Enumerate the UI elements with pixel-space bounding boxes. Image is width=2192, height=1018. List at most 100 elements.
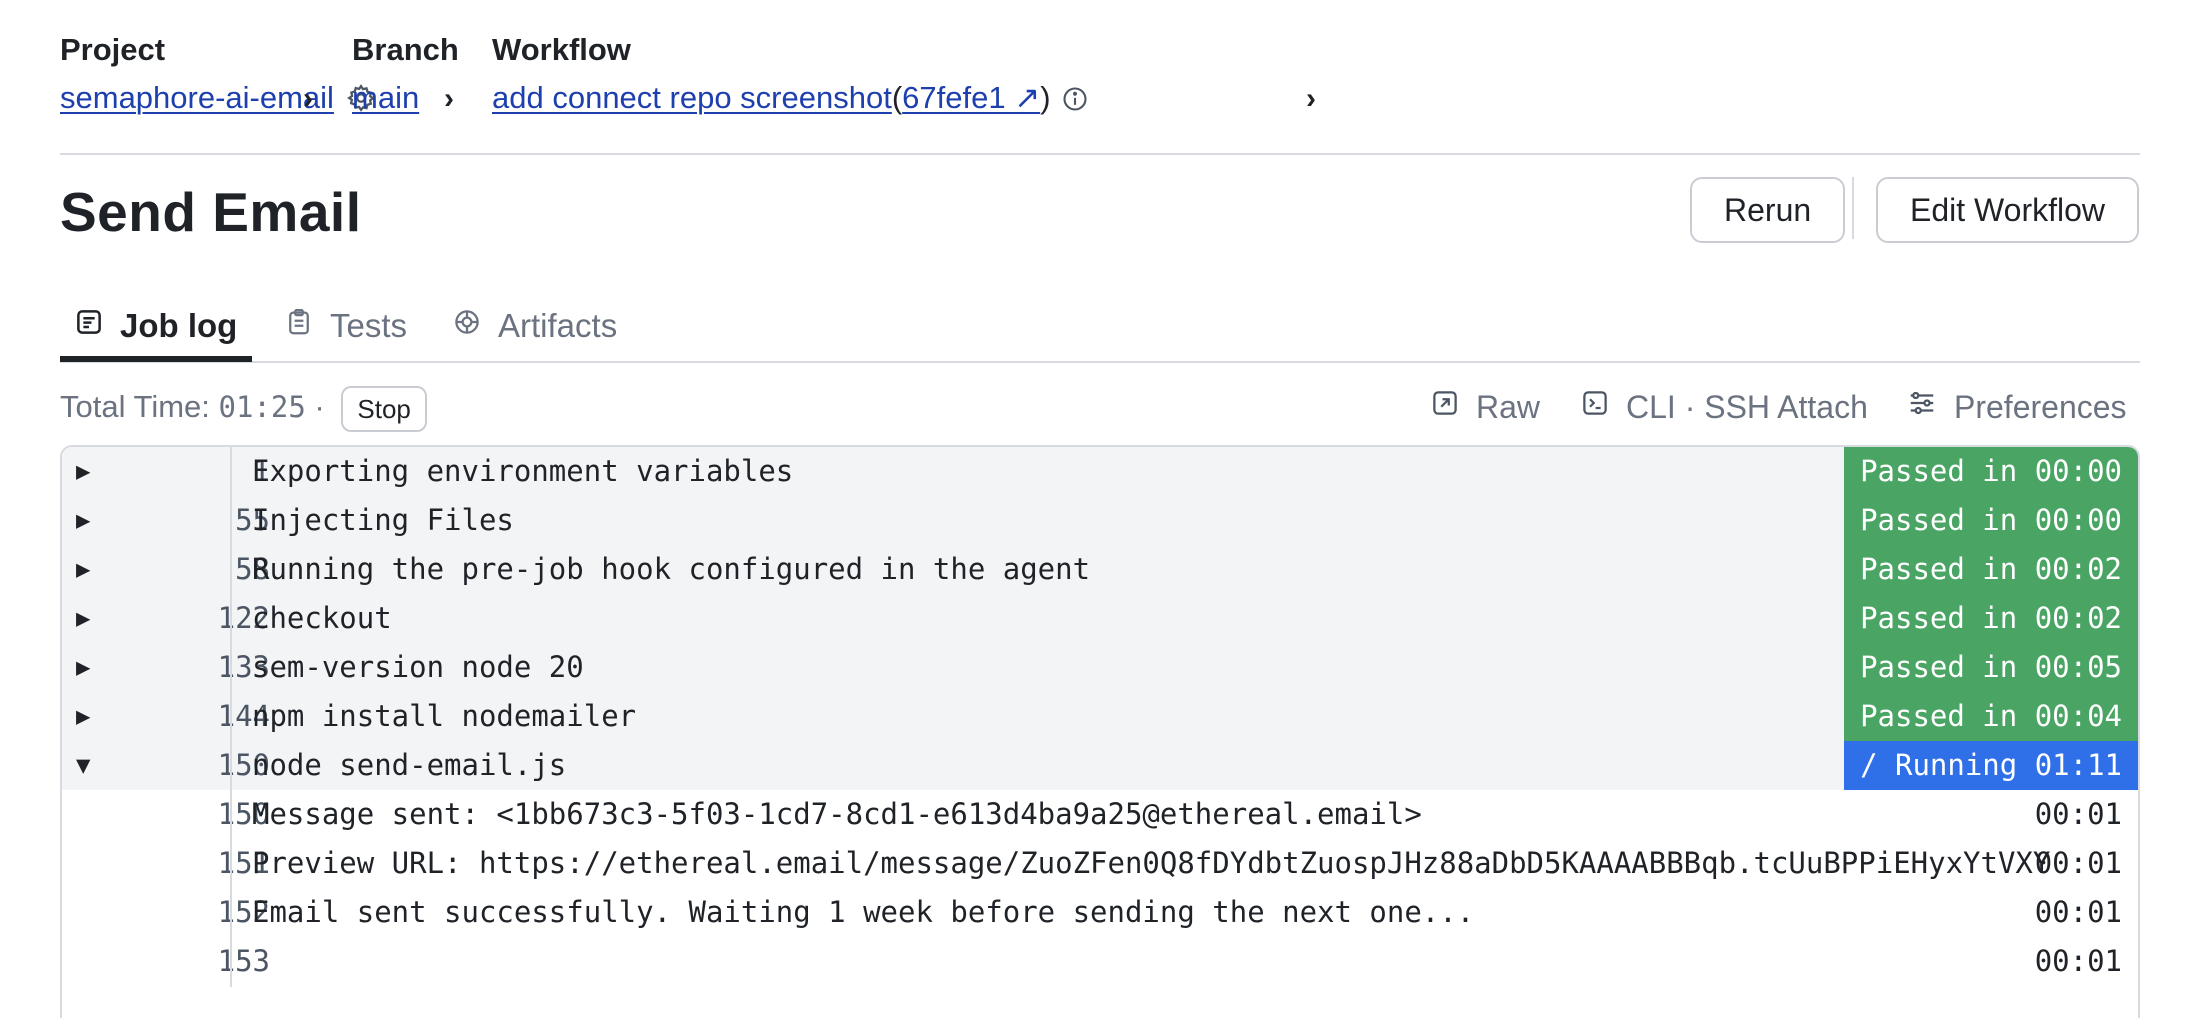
project-link[interactable]: semaphore-ai-email [60, 80, 334, 115]
log-output-row: 153 00:01 [62, 937, 2138, 986]
command-text: Injecting Files [252, 503, 514, 537]
line-number: 55 [235, 503, 270, 537]
external-link-icon [1430, 382, 1476, 432]
line-number: 58 [235, 552, 270, 586]
status-badge: Passed in 00:00 [1844, 447, 2138, 496]
active-tab-indicator [60, 356, 252, 362]
line-number: 152 [217, 895, 270, 929]
terminal-icon [1580, 382, 1626, 432]
branch-label: Branch [352, 32, 459, 67]
commit-close-paren: ) [1040, 80, 1051, 115]
raw-link[interactable]: Raw [1430, 382, 1540, 432]
command-text: sem-version node 20 [252, 650, 584, 684]
line-number: 133 [217, 650, 270, 684]
output-time: 00:01 [2034, 846, 2122, 880]
output-text: Message sent: <1bb673c3-5f03-1cd7-8cd1-e… [252, 797, 1422, 831]
total-time: Total Time: 01:25 · Stop [60, 382, 427, 432]
workflow-label: Workflow [492, 32, 631, 67]
clipboard-icon [284, 307, 330, 345]
command-text: Exporting environment variables [252, 454, 794, 488]
status-badge: Passed in 00:02 [1844, 594, 2138, 643]
command-text: checkout [252, 601, 392, 635]
edit-workflow-button[interactable]: Edit Workflow [1876, 177, 2140, 243]
output-text: Preview URL: https://ethereal.email/mess… [252, 846, 2051, 880]
log-command-row[interactable]: ▶ 1 Exporting environment variables Pass… [62, 447, 2138, 496]
info-icon[interactable] [1061, 83, 1089, 123]
output-time: 00:01 [2034, 895, 2122, 929]
tab-bar: Job log Tests Artifacts [60, 290, 2140, 362]
breadcrumb-workflow: Workflow add connect repo screenshot(67f… [492, 30, 1087, 115]
commit-open-paren: ( [891, 80, 903, 115]
cli-ssh-attach-link[interactable]: CLI · SSH Attach [1580, 382, 1868, 432]
log-toolbar: Total Time: 01:25 · Stop Raw CLI · SSH A… [60, 382, 2140, 432]
header-divider [60, 153, 2140, 155]
job-log-icon [74, 307, 120, 345]
stop-button[interactable]: Stop [341, 385, 427, 432]
button-divider [1852, 177, 1854, 239]
expand-toggle-icon[interactable]: ▶ [76, 545, 90, 594]
command-text: npm install nodemailer [252, 699, 637, 733]
line-number-gutter [230, 447, 232, 987]
breadcrumb-chevron: › [444, 82, 454, 115]
total-time-sep: · [305, 389, 325, 424]
artifacts-icon [452, 307, 498, 345]
log-output-row: 152 Email sent successfully. Waiting 1 w… [62, 888, 2138, 937]
status-badge: Passed in 00:04 [1844, 692, 2138, 741]
page-title: Send Email [60, 181, 362, 243]
line-number: 1 [252, 454, 270, 488]
status-badge: Passed in 00:02 [1844, 545, 2138, 594]
breadcrumb-project: Project semaphore-ai-email [60, 30, 376, 115]
breadcrumb-branch: Branch main [352, 30, 459, 115]
cli-label: CLI · SSH Attach [1626, 389, 1868, 425]
expand-toggle-icon[interactable]: ▶ [76, 594, 90, 643]
breadcrumb-chevron: › [1306, 82, 1316, 115]
line-number: 122 [217, 601, 270, 635]
tab-label: Artifacts [498, 307, 618, 344]
tab-job-log[interactable]: Job log [74, 290, 237, 362]
command-text: node send-email.js [252, 748, 567, 782]
tab-label: Tests [330, 307, 408, 344]
total-time-value: 01:25 [218, 390, 306, 424]
log-command-row[interactable]: ▶ 144 npm install nodemailer Passed in 0… [62, 692, 2138, 741]
log-output-row: 150 Message sent: <1bb673c3-5f03-1cd7-8c… [62, 790, 2138, 839]
output-text: Email sent successfully. Waiting 1 week … [252, 895, 1475, 929]
status-badge: Passed in 00:00 [1844, 496, 2138, 545]
rerun-button[interactable]: Rerun [1690, 177, 1846, 243]
line-number: 153 [217, 944, 270, 978]
line-number: 150 [217, 797, 270, 831]
commit-link[interactable]: 67fefe1 ↗ [902, 80, 1040, 115]
branch-link[interactable]: main [352, 80, 419, 115]
status-badge: Passed in 00:05 [1844, 643, 2138, 692]
output-time: 00:01 [2034, 944, 2122, 978]
tab-artifacts[interactable]: Artifacts [452, 290, 617, 362]
preferences-label: Preferences [1954, 389, 2127, 425]
expand-toggle-icon[interactable]: ▶ [76, 496, 90, 545]
sliders-icon [1906, 382, 1954, 432]
log-command-row[interactable]: ▶ 58 Running the pre-job hook configured… [62, 545, 2138, 594]
output-time: 00:01 [2034, 797, 2122, 831]
log-command-row[interactable]: ▶ 133 sem-version node 20 Passed in 00:0… [62, 643, 2138, 692]
collapse-toggle-icon[interactable]: ▼ [76, 741, 90, 790]
breadcrumb-chevron: › [303, 82, 313, 115]
workflow-link[interactable]: add connect repo screenshot [492, 80, 892, 115]
status-badge: / Running 01:11 [1844, 741, 2138, 790]
log-output-row: 151 Preview URL: https://ethereal.email/… [62, 839, 2138, 888]
tab-tests[interactable]: Tests [284, 290, 407, 362]
expand-toggle-icon[interactable]: ▶ [76, 447, 90, 496]
line-number: 151 [217, 846, 270, 880]
tab-divider [60, 361, 2140, 363]
expand-toggle-icon[interactable]: ▶ [76, 643, 90, 692]
log-command-row[interactable]: ▼ 150 node send-email.js / Running 01:11 [62, 741, 2138, 790]
total-time-label: Total Time: [60, 389, 219, 424]
line-number: 150 [217, 748, 270, 782]
line-number: 144 [217, 699, 270, 733]
tab-label: Job log [120, 307, 238, 344]
job-log: ▶ 1 Exporting environment variables Pass… [60, 445, 2140, 1018]
command-text: Running the pre-job hook configured in t… [252, 552, 1091, 586]
project-label: Project [60, 32, 166, 67]
log-command-row[interactable]: ▶ 122 checkout Passed in 00:02 [62, 594, 2138, 643]
raw-label: Raw [1476, 389, 1541, 425]
expand-toggle-icon[interactable]: ▶ [76, 692, 90, 741]
preferences-link[interactable]: Preferences [1906, 382, 2127, 432]
log-command-row[interactable]: ▶ 55 Injecting Files Passed in 00:00 [62, 496, 2138, 545]
